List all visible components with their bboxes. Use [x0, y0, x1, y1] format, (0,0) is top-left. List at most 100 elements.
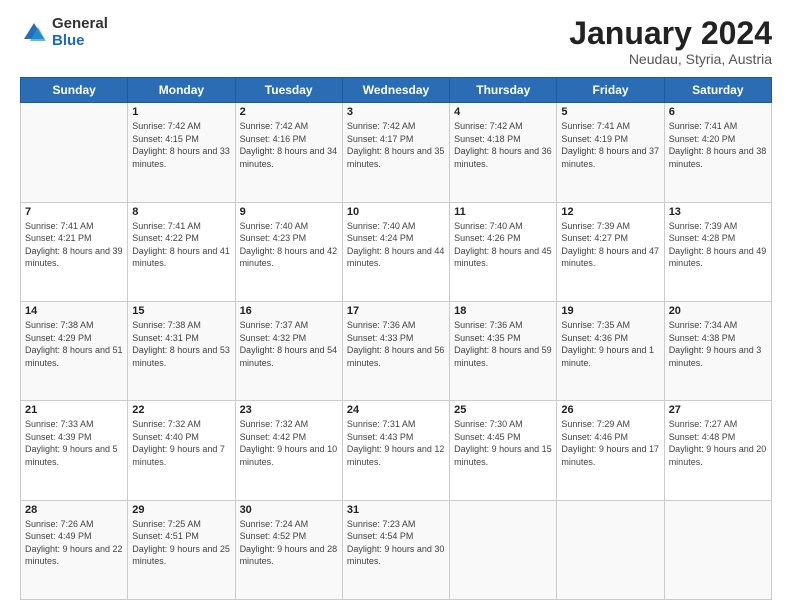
daylight-text: Daylight: 8 hours and 44 minutes. [347, 246, 445, 269]
logo-icon [20, 19, 48, 47]
sunset-text: Sunset: 4:36 PM [561, 333, 628, 343]
day-number: 25 [454, 404, 552, 416]
daylight-text: Daylight: 8 hours and 39 minutes. [25, 246, 123, 269]
calendar-cell-w1-d4: 11Sunrise: 7:40 AMSunset: 4:26 PMDayligh… [450, 202, 557, 301]
calendar-cell-w1-d3: 10 Sunrise: 7:40 AM Sunset: 4:24 PM Dayligh… [342, 202, 449, 301]
calendar-cell-w3-d2: 23Sunrise: 7:32 AMSunset: 4:42 PMDayligh… [235, 401, 342, 500]
sunset-text: Sunset: 4:39 PM [25, 432, 92, 442]
day-info: Sunrise: 7:39 AMSunset: 4:27 PMDaylight:… [561, 220, 659, 270]
calendar-cell-w4-d0: 28Sunrise: 7:26 AMSunset: 4:49 PMDayligh… [21, 500, 128, 599]
day-info: Sunrise: 7:30 AMSunset: 4:45 PMDaylight:… [454, 418, 552, 468]
day-info: Sunrise: 7:29 AMSunset: 4:46 PMDaylight:… [561, 418, 659, 468]
sunrise-text: Sunrise: 7:23 AM [347, 519, 416, 529]
sunrise-text: Sunrise: 7:31 AM [347, 419, 416, 429]
day-info: Sunrise: 7:35 AMSunset: 4:36 PMDaylight:… [561, 319, 659, 369]
sunrise-text: Sunrise: 7:41 AM [561, 121, 630, 131]
sunset-text: Sunset: 4:24 PM [347, 233, 414, 243]
sunrise-text: Sunrise: 7:30 AM [454, 419, 523, 429]
daylight-text: Daylight: 8 hours and 41 minutes. [132, 246, 230, 269]
sunrise-text: Sunrise: 7:42 AM [347, 121, 416, 131]
calendar-cell-w4-d4 [450, 500, 557, 599]
calendar-week-0: 1Sunrise: 7:42 AMSunset: 4:15 PMDaylight… [21, 103, 772, 202]
day-info: Sunrise: 7:42 AMSunset: 4:16 PMDaylight:… [240, 120, 338, 170]
sunset-text: Sunset: 4:40 PM [132, 432, 199, 442]
daylight-text: Daylight: 9 hours and 22 minutes. [25, 544, 123, 567]
sunrise-text: Sunrise: 7:32 AM [240, 419, 309, 429]
calendar-week-4: 28Sunrise: 7:26 AMSunset: 4:49 PMDayligh… [21, 500, 772, 599]
day-info: Sunrise: 7:24 AMSunset: 4:52 PMDaylight:… [240, 518, 338, 568]
sunset-text: Sunset: 4:15 PM [132, 134, 199, 144]
day-info: Sunrise: 7:41 AMSunset: 4:21 PMDaylight:… [25, 220, 123, 270]
header-friday: Friday [557, 78, 664, 103]
day-number: 8 [132, 206, 230, 218]
day-number: 31 [347, 504, 445, 516]
daylight-text: Daylight: 9 hours and 5 minutes. [25, 444, 118, 467]
day-info: Sunrise: 7:37 AMSunset: 4:32 PMDaylight:… [240, 319, 338, 369]
daylight-text: Daylight: 9 hours and 10 minutes. [240, 444, 338, 467]
daylight-text: Daylight: 9 hours and 17 minutes. [561, 444, 659, 467]
sunset-text: Sunset: 4:21 PM [25, 233, 92, 243]
sunrise-text: Sunrise: 7:36 AM [454, 320, 523, 330]
sunrise-text: Sunrise: 7:42 AM [240, 121, 309, 131]
day-info: Sunrise: 7:34 AMSunset: 4:38 PMDaylight:… [669, 319, 767, 369]
sunrise-text: Sunrise: 7:33 AM [25, 419, 94, 429]
daylight-text: Daylight: 9 hours and 20 minutes. [669, 444, 767, 467]
day-number: 11 [454, 206, 552, 218]
calendar-week-1: 7 Sunrise: 7:41 AMSunset: 4:21 PMDaylight… [21, 202, 772, 301]
calendar-cell-w0-d2: 2Sunrise: 7:42 AMSunset: 4:16 PMDaylight… [235, 103, 342, 202]
sunrise-text: Sunrise: 7:41 AM [669, 121, 738, 131]
sunrise-text: Sunrise: 7:36 AM [347, 320, 416, 330]
logo: General Blue [20, 16, 108, 49]
day-info: Sunrise: 7:33 AM Sunset: 4:39 PM Daylight:… [25, 418, 123, 468]
calendar-cell-w4-d3: 31 Sunrise: 7:23 AM Sunset: 4:54 PM Dayligh… [342, 500, 449, 599]
day-number: 29 [132, 504, 230, 516]
calendar-cell-w3-d1: 22Sunrise: 7:32 AMSunset: 4:40 PMDayligh… [128, 401, 235, 500]
daylight-text: Daylight: 8 hours and 35 minutes. [347, 146, 445, 169]
sunrise-text: Sunrise: 7:40 AM [347, 221, 416, 231]
sunrise-text: Sunrise: 7:34 AM [669, 320, 738, 330]
calendar-cell-w0-d4: 4Sunrise: 7:42 AMSunset: 4:18 PMDaylight… [450, 103, 557, 202]
sunrise-text: Sunrise: 7:38 AM [25, 320, 94, 330]
day-number: 7 [25, 206, 123, 218]
daylight-text: Daylight: 9 hours and 3 minutes. [669, 345, 762, 368]
subtitle: Neudau, Styria, Austria [569, 51, 772, 67]
day-info: Sunrise: 7:39 AMSunset: 4:28 PMDaylight:… [669, 220, 767, 270]
sunrise-text: Sunrise: 7:40 AM [240, 221, 309, 231]
header-monday: Monday [128, 78, 235, 103]
logo-general-label: General [52, 16, 108, 33]
sunset-text: Sunset: 4:16 PM [240, 134, 307, 144]
sunset-text: Sunset: 4:17 PM [347, 134, 414, 144]
daylight-text: Daylight: 9 hours and 30 minutes. [347, 544, 445, 567]
sunset-text: Sunset: 4:43 PM [347, 432, 414, 442]
daylight-text: Daylight: 8 hours and 49 minutes. [669, 246, 767, 269]
day-number: 10 [347, 206, 445, 218]
daylight-text: Daylight: 8 hours and 54 minutes. [240, 345, 338, 368]
calendar-cell-w3-d4: 25 Sunrise: 7:30 AMSunset: 4:45 PMDayligh… [450, 401, 557, 500]
calendar-week-3: 21Sunrise: 7:33 AMSunset: 4:39 PMDayligh… [21, 401, 772, 500]
calendar-cell-w3-d0: 21Sunrise: 7:33 AMSunset: 4:39 PMDayligh… [21, 401, 128, 500]
calendar-cell-w3-d6: 27Sunrise: 7:27 AMSunset: 4:48 PMDayligh… [664, 401, 771, 500]
calendar-cell-w1-d0: 7 Sunrise: 7:41 AMSunset: 4:21 PMDaylight… [21, 202, 128, 301]
daylight-text: Daylight: 8 hours and 42 minutes. [240, 246, 338, 269]
main-title: January 2024 [569, 16, 772, 51]
logo-blue-label: Blue [52, 33, 108, 50]
daylight-text: Daylight: 9 hours and 1 minute. [561, 345, 654, 368]
day-info: Sunrise: 7:40 AMSunset: 4:23 PMDaylight:… [240, 220, 338, 270]
day-number: 22 [132, 404, 230, 416]
sunrise-text: Sunrise: 7:40 AM [454, 221, 523, 231]
day-info: Sunrise: 7:40 AM Sunset: 4:24 PM Daylight:… [347, 220, 445, 270]
calendar-cell-w1-d2: 9Sunrise: 7:40 AMSunset: 4:23 PMDaylight… [235, 202, 342, 301]
sunrise-text: Sunrise: 7:29 AM [561, 419, 630, 429]
header-wednesday: Wednesday [342, 78, 449, 103]
calendar-cell-w2-d4: 18Sunrise: 7:36 AMSunset: 4:35 PMDayligh… [450, 301, 557, 400]
sunrise-text: Sunrise: 7:24 AM [240, 519, 309, 529]
calendar-cell-w1-d5: 12Sunrise: 7:39 AMSunset: 4:27 PMDayligh… [557, 202, 664, 301]
day-info: Sunrise: 7:42 AM Sunset: 4:17 PM Daylight:… [347, 120, 445, 170]
day-number: 14 [25, 305, 123, 317]
sunset-text: Sunset: 4:54 PM [347, 531, 414, 541]
day-number: 28 [25, 504, 123, 516]
calendar-cell-w0-d5: 5Sunrise: 7:41 AMSunset: 4:19 PMDaylight… [557, 103, 664, 202]
calendar-cell-w1-d1: 8Sunrise: 7:41 AMSunset: 4:22 PMDaylight… [128, 202, 235, 301]
sunrise-text: Sunrise: 7:32 AM [132, 419, 201, 429]
day-number: 19 [561, 305, 659, 317]
